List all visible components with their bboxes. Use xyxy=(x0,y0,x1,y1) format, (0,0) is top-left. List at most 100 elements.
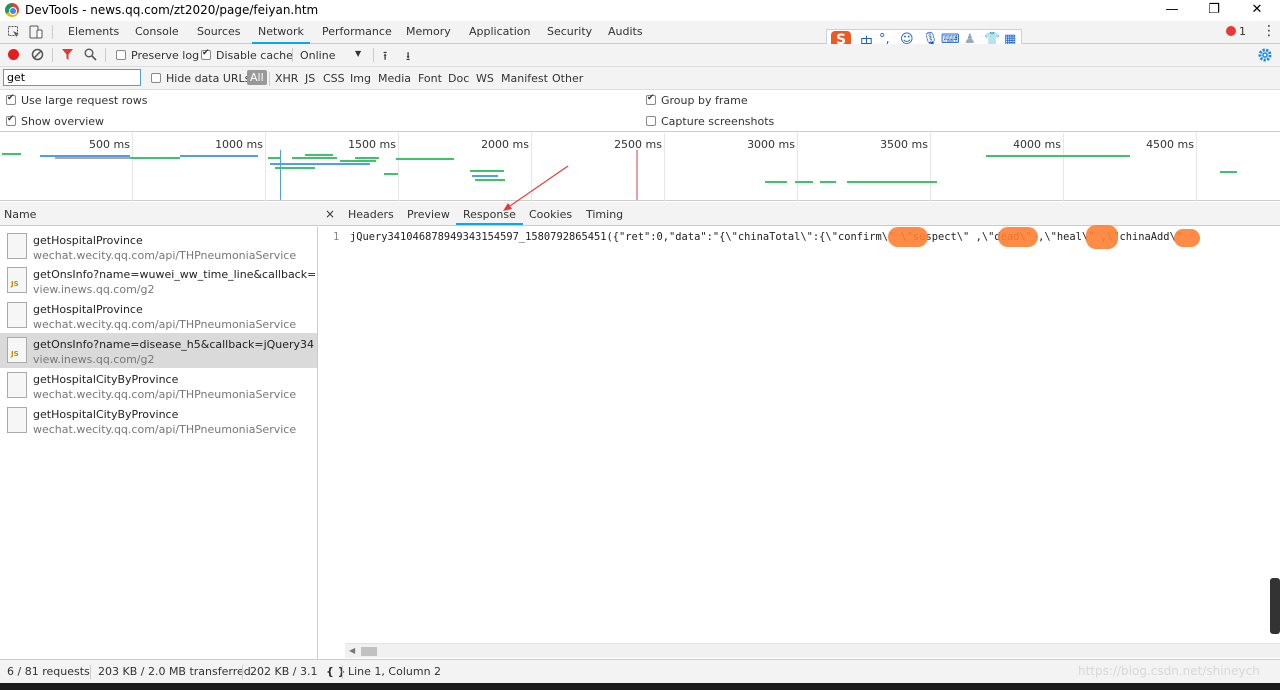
filter-icon[interactable] xyxy=(61,48,74,61)
tab-sources[interactable]: Sources xyxy=(197,25,241,38)
timeline-bar xyxy=(180,155,258,157)
large-rows-checkbox[interactable] xyxy=(6,93,16,105)
request-name: getOnsInfo?name=disease_h5&callback=jQue… xyxy=(33,338,315,351)
request-url: view.inews.qq.com/g2 xyxy=(33,353,155,366)
overview-tick: 500 ms xyxy=(89,138,130,151)
type-filter-all[interactable]: All xyxy=(247,70,267,85)
tab-audits[interactable]: Audits xyxy=(608,25,643,38)
detail-tabbar: × Headers Preview Response Cookies Timin… xyxy=(318,202,1280,226)
cursor-position: Line 1, Column 2 xyxy=(348,665,442,678)
request-name: getHospitalProvince xyxy=(33,234,143,247)
import-har-icon[interactable]: ⭱ xyxy=(383,47,387,68)
type-filter-xhr[interactable]: XHR xyxy=(275,72,298,85)
request-url: view.inews.qq.com/g2 xyxy=(33,283,155,296)
tab-memory[interactable]: Memory xyxy=(406,25,451,38)
error-count[interactable]: 1 xyxy=(1239,25,1246,38)
type-filter-other[interactable]: Other xyxy=(552,72,583,85)
group-by-frame-checkbox[interactable] xyxy=(646,93,656,105)
request-list-header: Name xyxy=(0,202,318,226)
type-filter-css[interactable]: CSS xyxy=(323,72,345,85)
transferred-size: 203 KB / 2.0 MB transferred xyxy=(98,665,251,678)
load-event-marker xyxy=(636,150,638,200)
js-file-icon xyxy=(7,337,27,363)
tab-security[interactable]: Security xyxy=(547,25,592,38)
tab-application[interactable]: Application xyxy=(469,25,530,38)
line-number: 1 xyxy=(333,231,340,243)
settings-gear-icon[interactable] xyxy=(1258,48,1272,62)
request-row[interactable]: getHospitalCityByProvince wechat.wecity.… xyxy=(0,403,317,438)
side-widget xyxy=(1270,578,1280,634)
window-title: DevTools - news.qq.com/zt2020/page/feiya… xyxy=(25,3,319,17)
clear-icon[interactable] xyxy=(31,48,44,61)
scroll-thumb[interactable] xyxy=(361,647,377,656)
timeline-bar xyxy=(847,181,937,183)
filter-bar: Hide data URLs All XHR JS CSS Img Media … xyxy=(0,67,1280,90)
device-toolbar-icon[interactable] xyxy=(29,25,43,39)
type-filter-doc[interactable]: Doc xyxy=(448,72,469,85)
network-overview[interactable]: 500 ms 1000 ms 1500 ms 2000 ms 2500 ms 3… xyxy=(0,133,1280,201)
redaction-mark xyxy=(1086,225,1118,249)
type-filter-js[interactable]: JS xyxy=(305,72,315,85)
preserve-log-checkbox[interactable] xyxy=(116,50,126,60)
disable-cache-checkbox[interactable] xyxy=(201,48,211,60)
filter-input[interactable] xyxy=(3,69,141,86)
tab-network[interactable]: Network xyxy=(252,25,310,44)
timeline-bar xyxy=(396,158,454,160)
hide-data-urls-label: Hide data URLs xyxy=(166,72,251,85)
request-row[interactable]: getHospitalProvince wechat.wecity.qq.com… xyxy=(0,298,317,333)
minimize-button[interactable]: — xyxy=(1160,1,1184,19)
overview-tick: 4500 ms xyxy=(1146,138,1194,151)
close-window-button[interactable]: ✕ xyxy=(1245,1,1269,19)
timeline-bar xyxy=(292,157,337,159)
panel-tabbar: Elements Console Sources Network Perform… xyxy=(0,21,1280,44)
timeline-bar xyxy=(384,173,398,175)
capture-screenshots-checkbox[interactable] xyxy=(646,116,656,126)
close-detail-icon[interactable]: × xyxy=(325,207,335,221)
type-filter-ws[interactable]: WS xyxy=(476,72,494,85)
tab-elements[interactable]: Elements xyxy=(68,25,119,38)
type-filter-font[interactable]: Font xyxy=(418,72,442,85)
overview-tick: 3500 ms xyxy=(880,138,928,151)
restore-button[interactable]: ❐ xyxy=(1202,1,1226,19)
timeline-bar xyxy=(275,167,315,169)
inspect-element-icon[interactable] xyxy=(8,26,20,38)
tab-preview[interactable]: Preview xyxy=(407,208,450,221)
large-rows-label: Use large request rows xyxy=(21,94,148,107)
tab-performance[interactable]: Performance xyxy=(322,25,392,38)
js-file-icon xyxy=(7,267,27,293)
scroll-left-icon[interactable]: ◀ xyxy=(349,646,355,655)
throttling-select[interactable]: Online xyxy=(300,49,335,62)
request-row-selected[interactable]: getOnsInfo?name=disease_h5&callback=jQue… xyxy=(0,333,317,368)
type-filter-img[interactable]: Img xyxy=(350,72,371,85)
tab-console[interactable]: Console xyxy=(135,25,179,38)
type-filter-media[interactable]: Media xyxy=(378,72,411,85)
chevron-down-icon[interactable]: ▼ xyxy=(355,49,361,58)
response-body[interactable]: 1 jQuery341046878949343154597_1580792865… xyxy=(318,225,1280,642)
network-toolbar: Preserve log Disable cache Online ▼ ⭱ ⭳ xyxy=(0,44,1280,67)
error-icon[interactable] xyxy=(1226,26,1236,36)
record-icon[interactable] xyxy=(8,49,19,60)
request-row[interactable]: getOnsInfo?name=wuwei_ww_time_line&callb… xyxy=(0,263,317,298)
xhr-file-icon xyxy=(7,233,27,259)
name-column-header[interactable]: Name xyxy=(4,208,36,221)
request-count: 6 / 81 requests xyxy=(7,665,90,678)
preserve-log-label: Preserve log xyxy=(131,49,200,62)
search-icon[interactable] xyxy=(84,48,97,61)
export-har-icon[interactable]: ⭳ xyxy=(406,47,410,68)
more-menu-icon[interactable]: ⋮ xyxy=(1262,23,1276,39)
request-row[interactable]: getHospitalCityByProvince wechat.wecity.… xyxy=(0,368,317,403)
timeline-marker xyxy=(280,150,281,200)
timeline-bar xyxy=(765,181,787,183)
xhr-file-icon xyxy=(7,372,27,398)
chrome-logo-icon xyxy=(5,3,19,17)
type-filter-manifest[interactable]: Manifest xyxy=(501,72,548,85)
capture-screenshots-label: Capture screenshots xyxy=(661,115,775,128)
show-overview-checkbox[interactable] xyxy=(6,114,16,126)
overview-tick: 1500 ms xyxy=(348,138,396,151)
tab-timing[interactable]: Timing xyxy=(586,208,623,221)
tab-headers[interactable]: Headers xyxy=(348,208,394,221)
timeline-bar xyxy=(270,163,370,165)
horizontal-scrollbar[interactable]: ◀ xyxy=(345,643,1280,658)
hide-data-urls-checkbox[interactable] xyxy=(151,73,161,83)
request-row[interactable]: getHospitalProvince wechat.wecity.qq.com… xyxy=(0,229,317,264)
